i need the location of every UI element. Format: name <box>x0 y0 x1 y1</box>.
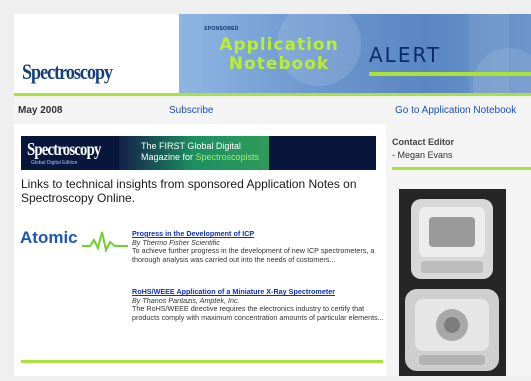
main-content: Spectroscopy Global Digital Edition The … <box>14 124 386 376</box>
contact-editor-label: Contact Editor <box>392 137 454 147</box>
alert-header-banner: Spectroscopy SPONSORED Application Noteb… <box>14 14 531 93</box>
global-digital-ad-banner[interactable]: Spectroscopy Global Digital Edition The … <box>21 136 376 170</box>
app-note-summary: To achieve further progress in the devel… <box>132 246 375 264</box>
ad-logo-subtitle: Global Digital Edition <box>31 160 78 166</box>
issue-date: May 2008 <box>18 105 63 116</box>
title-line-1: Application <box>219 35 339 55</box>
alert-underline <box>369 72 531 76</box>
atomic-category-logo: Atomic <box>20 226 128 256</box>
ad-spectroscopy-logo: Spectroscopy <box>27 139 101 159</box>
right-sidebar: Contact Editor - Megan Evans <box>386 124 531 376</box>
alert-title: ALERT <box>369 43 442 67</box>
spectrometer-image-icon <box>399 189 506 376</box>
app-note-summary: The RoHS/WEEE directive requires the ele… <box>132 304 384 322</box>
contact-editor-name[interactable]: - Megan Evans <box>392 150 453 160</box>
ad-tagline-highlight: Spectroscopists <box>195 152 260 162</box>
subscribe-link[interactable]: Subscribe <box>169 98 213 124</box>
application-notebook-title: Application Notebook <box>204 36 354 74</box>
sidebar-divider <box>392 167 531 170</box>
ad-tagline: The FIRST Global Digital Magazine for Sp… <box>141 141 371 163</box>
app-note-item: Progress in the Development of ICP By Th… <box>132 229 384 264</box>
title-line-2: Notebook <box>228 54 330 74</box>
spectrum-peak-icon <box>82 231 128 253</box>
ad-tagline-line-2: Magazine for Spectroscopists <box>141 152 371 163</box>
instrument-photo[interactable] <box>399 189 506 376</box>
sponsored-label: SPONSORED <box>204 26 239 32</box>
atomic-label: Atomic <box>20 228 78 247</box>
ad-tagline-line-1: The FIRST Global Digital <box>141 141 241 151</box>
issue-nav-row: May 2008 Subscribe Go to Application Not… <box>14 98 531 124</box>
spectroscopy-logo: Spectroscopy <box>22 59 113 84</box>
content-divider <box>21 360 383 363</box>
header-blue-panel: SPONSORED Application Notebook ALERT <box>179 14 531 93</box>
app-note-item: RoHS/WEEE Application of a Miniature X-R… <box>132 287 384 322</box>
ad-tagline-part-1: Magazine for <box>141 152 196 162</box>
intro-text: Links to technical insights from sponsor… <box>21 177 357 205</box>
application-notebook-link[interactable]: Go to Application Notebook <box>395 98 516 124</box>
header-divider <box>14 93 531 96</box>
